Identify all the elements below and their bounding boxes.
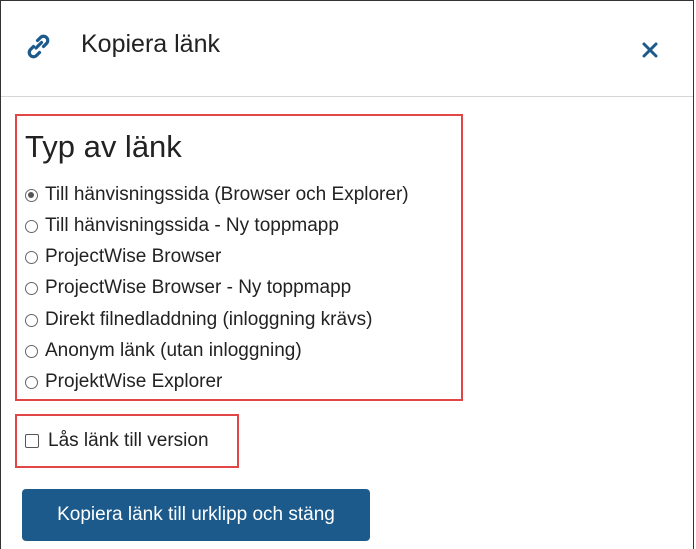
lock-version-checkbox[interactable]: [25, 434, 39, 448]
link-icon: [27, 34, 50, 59]
radio-button[interactable]: [25, 281, 38, 295]
radio-button[interactable]: [25, 250, 38, 264]
link-type-option[interactable]: Till hänvisningssida (Browser och Explor…: [25, 183, 409, 207]
link-type-heading: Typ av länk: [25, 129, 182, 164]
close-icon[interactable]: [641, 41, 659, 59]
link-type-option[interactable]: Anonym länk (utan inloggning): [25, 339, 302, 363]
dialog-header: Kopiera länk: [1, 1, 693, 97]
lock-version-option[interactable]: Lås länk till version: [25, 430, 209, 452]
copy-and-close-button[interactable]: Kopiera länk till urklipp och stäng: [22, 489, 370, 541]
radio-button[interactable]: [25, 344, 38, 358]
dialog-title: Kopiera länk: [81, 30, 220, 58]
link-type-option[interactable]: Direkt filnedladdning (inloggning krävs): [25, 308, 372, 332]
link-type-group: Typ av länk Till hänvisningssida (Browse…: [15, 114, 463, 401]
link-type-option[interactable]: Till hänvisningssida - Ny toppmapp: [25, 214, 339, 238]
option-label: Till hänvisningssida - Ny toppmapp: [45, 215, 339, 236]
radio-button[interactable]: [25, 219, 38, 233]
option-label: ProjectWise Browser: [45, 246, 222, 267]
radio-button[interactable]: [25, 375, 38, 389]
lock-version-label: Lås länk till version: [48, 430, 209, 451]
link-type-option[interactable]: ProjectWise Browser - Ny toppmapp: [25, 276, 351, 300]
copy-link-dialog: Kopiera länk Typ av länk Till hänvisning…: [0, 0, 694, 549]
lock-version-group: Lås länk till version: [15, 414, 239, 468]
option-label: ProjectWise Browser - Ny toppmapp: [45, 277, 352, 298]
link-type-option[interactable]: ProjectWise Browser: [25, 245, 221, 269]
radio-button[interactable]: [25, 313, 38, 327]
radio-button[interactable]: [25, 188, 38, 202]
option-label: Direkt filnedladdning (inloggning krävs): [45, 309, 373, 330]
option-label: Anonym länk (utan inloggning): [45, 340, 302, 361]
option-label: Till hänvisningssida (Browser och Explor…: [45, 184, 409, 205]
link-type-option[interactable]: ProjektWise Explorer: [25, 370, 222, 394]
option-label: ProjektWise Explorer: [45, 371, 223, 392]
